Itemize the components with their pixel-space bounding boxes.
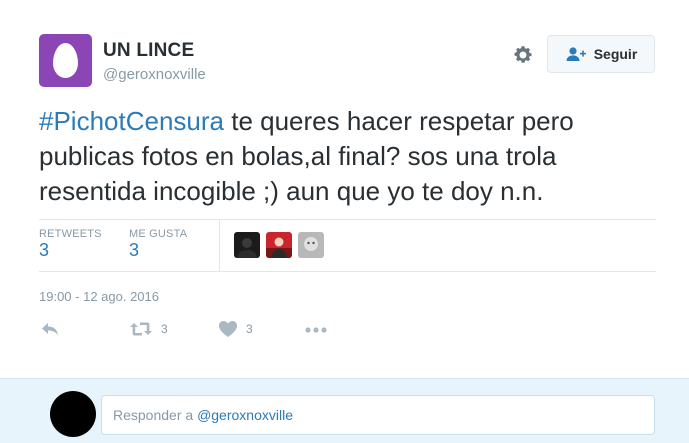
retweet-action[interactable]: 3: [129, 320, 168, 338]
divider-bottom: [39, 271, 656, 272]
likes-count[interactable]: 3: [129, 240, 139, 261]
likes-label: ME GUSTA: [129, 228, 188, 240]
heart-icon: [219, 321, 237, 337]
gear-icon[interactable]: [512, 44, 534, 66]
tweet-text: #PichotCensura te queres hacer respetar …: [39, 104, 659, 209]
tweet-card: UN LINCE @geroxnoxville Seguir #PichotCe…: [0, 0, 689, 378]
liker-avatar[interactable]: [266, 232, 292, 258]
liker-avatar[interactable]: [234, 232, 260, 258]
follow-button[interactable]: Seguir: [547, 35, 655, 73]
liker-avatars: [234, 232, 324, 258]
reply-user-avatar: [50, 391, 96, 437]
follow-button-label: Seguir: [593, 46, 638, 62]
tweet-timestamp[interactable]: 19:00 - 12 ago. 2016: [39, 289, 159, 304]
reply-input[interactable]: Responder a @geroxnoxville: [101, 395, 655, 435]
retweet-count: 3: [161, 322, 168, 336]
reply-placeholder: Responder a: [113, 407, 198, 423]
like-action[interactable]: 3: [218, 320, 253, 338]
like-count: 3: [246, 322, 253, 336]
reply-action[interactable]: [40, 320, 60, 338]
reply-icon: [42, 323, 58, 335]
liker-avatar[interactable]: [298, 232, 324, 258]
more-icon: [305, 327, 327, 333]
retweet-icon: [130, 322, 152, 336]
stats-separator: [219, 220, 220, 271]
retweets-label: RETWEETS: [39, 228, 102, 240]
divider-top: [39, 219, 656, 220]
more-action[interactable]: [304, 320, 328, 338]
hashtag-link[interactable]: #PichotCensura: [39, 106, 224, 136]
user-name[interactable]: UN LINCE: [103, 40, 194, 62]
retweets-count[interactable]: 3: [39, 240, 49, 261]
follow-user-icon: [566, 47, 586, 61]
egg-avatar-icon: [53, 43, 78, 78]
user-avatar[interactable]: [39, 34, 92, 87]
user-handle[interactable]: @geroxnoxville: [103, 66, 206, 83]
reply-mention: @geroxnoxville: [197, 407, 293, 423]
